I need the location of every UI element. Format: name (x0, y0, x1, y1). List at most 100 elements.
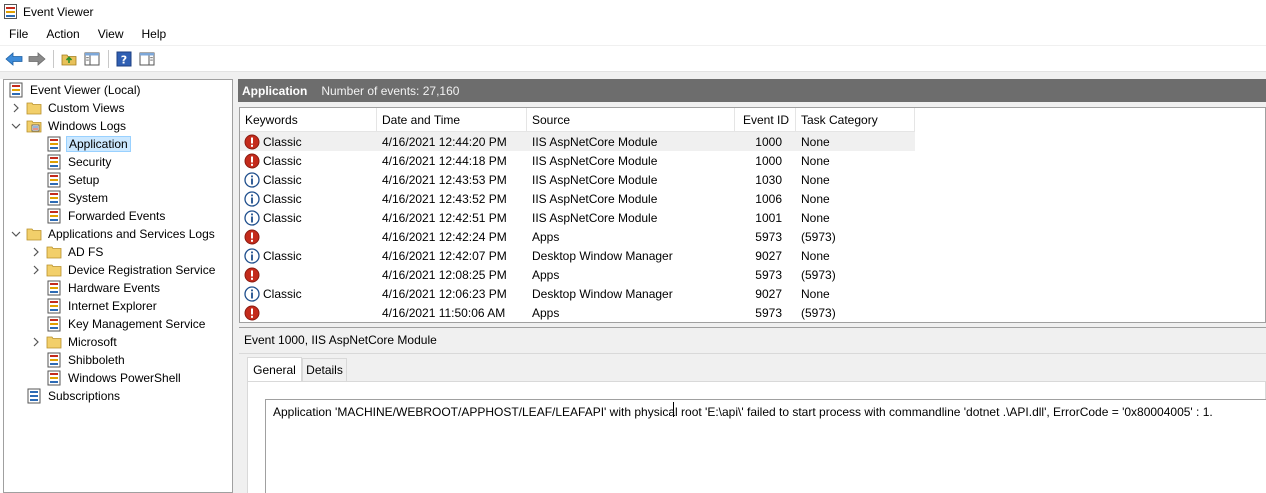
tree-item-security[interactable]: Security (46, 153, 113, 171)
menu-action[interactable]: Action (37, 27, 88, 41)
tree-item-applications-and-services-logs[interactable]: Applications and Services Logs (10, 225, 217, 243)
cell-source: Apps (532, 267, 560, 282)
chevron-right-icon[interactable] (30, 246, 42, 258)
keywords-text: Classic (263, 134, 302, 149)
event-message[interactable]: Application 'MACHINE/WEBROOT/APPHOST/LEA… (273, 405, 1213, 419)
event-message-box[interactable]: Application 'MACHINE/WEBROOT/APPHOST/LEA… (265, 399, 1266, 493)
tree-item-label: Device Registration Service (68, 263, 216, 277)
table-row[interactable]: Classic 4/16/2021 12:44:20 PM IIS AspNetCo… (240, 132, 915, 151)
tree-item-shibboleth[interactable]: Shibboleth (46, 351, 127, 369)
cell-event-id: 9027 (755, 286, 782, 301)
information-icon (244, 190, 260, 207)
tree-item-windows-logs[interactable]: Windows Logs (10, 117, 128, 135)
keywords-text: Classic (263, 172, 302, 187)
menu-help[interactable]: Help (133, 27, 176, 41)
tree-item-label: Windows Logs (48, 119, 127, 133)
chevron-right-icon[interactable] (30, 264, 42, 276)
table-row[interactable]: Classic 4/16/2021 12:42:07 PM Desktop Wind… (240, 246, 915, 265)
error-icon (244, 134, 260, 149)
cell-keywords: Classic (240, 189, 377, 208)
cell-keywords: Classic (240, 170, 377, 189)
tree-item-forwarded-events[interactable]: Forwarded Events (46, 207, 167, 225)
console-tree[interactable]: Event Viewer (Local) Custom Views Window… (3, 79, 233, 493)
folder-icon (26, 102, 42, 115)
log-name: Application (242, 83, 308, 98)
tree-item-setup[interactable]: Setup (46, 171, 101, 189)
tab-details[interactable]: Details (302, 358, 347, 381)
log-icon (47, 370, 61, 386)
tree-item-label: Security (68, 155, 112, 169)
column-event-id[interactable]: Event ID (735, 108, 796, 132)
cell-date-and-time: 4/16/2021 12:42:07 PM (382, 248, 507, 263)
tree-item-internet-explorer[interactable]: Internet Explorer (46, 297, 159, 315)
cell-date-and-time: 4/16/2021 12:42:24 PM (382, 229, 507, 244)
tab-general[interactable]: General (247, 357, 302, 381)
up-folder-button[interactable] (58, 48, 80, 70)
chevron-down-icon[interactable] (10, 228, 22, 240)
show-hide-action-pane-button[interactable] (136, 48, 158, 70)
table-row[interactable]: 4/16/2021 12:42:24 PM Apps 5973 (5973) (240, 227, 915, 246)
table-row[interactable]: Classic 4/16/2021 12:42:51 PM IIS AspNetCo… (240, 208, 915, 227)
show-hide-tree-button[interactable] (81, 48, 103, 70)
up-folder-icon (61, 54, 77, 65)
tree-item-application[interactable]: Application (46, 135, 131, 153)
table-row[interactable]: Classic 4/16/2021 12:44:18 PM IIS AspNetCo… (240, 151, 915, 170)
chevron-right-icon[interactable] (30, 336, 42, 348)
tree-item-label: Hardware Events (68, 281, 161, 295)
tree-item-event-viewer-local[interactable]: Event Viewer (Local) (8, 81, 143, 99)
back-icon (5, 51, 23, 66)
table-row[interactable]: 4/16/2021 11:50:06 AM Apps 5973 (5973) (240, 303, 915, 322)
tree-item-windows-powershell[interactable]: Windows PowerShell (46, 369, 183, 387)
table-row[interactable]: Classic 4/16/2021 12:43:52 PM IIS AspNetCo… (240, 189, 915, 208)
chevron-right-icon[interactable] (10, 102, 22, 114)
tree-item-label: Key Management Service (68, 317, 206, 331)
forward-button[interactable] (26, 48, 48, 70)
column-task-category[interactable]: Task Category (796, 108, 915, 132)
cell-event-id: 9027 (755, 248, 782, 263)
back-button[interactable] (3, 48, 25, 70)
tree-item-device-registration-service[interactable]: Device Registration Service (30, 261, 217, 279)
svg-text:?: ? (121, 53, 127, 66)
subscriptions-icon (27, 388, 41, 404)
cell-task-category: None (801, 172, 830, 187)
log-icon (47, 316, 61, 332)
tree-item-label: Application (66, 136, 131, 152)
event-viewer-app-icon (4, 4, 17, 19)
column-keywords[interactable]: Keywords (240, 108, 377, 132)
tree-item-system[interactable]: System (46, 189, 110, 207)
log-icon (47, 190, 61, 206)
log-icon (47, 136, 61, 152)
table-row[interactable]: Classic 4/16/2021 12:43:53 PM IIS AspNetCo… (240, 170, 915, 189)
cell-task-category: None (801, 248, 830, 263)
tree-item-microsoft[interactable]: Microsoft (30, 333, 119, 351)
column-date-and-time[interactable]: Date and Time (377, 108, 527, 132)
toolbar-divider (0, 71, 1266, 79)
cell-date-and-time: 4/16/2021 11:50:06 AM (382, 305, 506, 320)
help-button[interactable]: ? (113, 48, 135, 70)
tree-item-label: System (68, 191, 109, 205)
show-hide-tree-icon (84, 52, 100, 65)
toolbar-separator (108, 49, 109, 68)
cell-keywords (240, 265, 377, 284)
cell-date-and-time: 4/16/2021 12:44:18 PM (382, 153, 507, 168)
cell-task-category: None (801, 153, 830, 168)
keywords-text: Classic (263, 210, 302, 225)
tree-item-ad-fs[interactable]: AD FS (30, 243, 105, 261)
detail-divider (239, 353, 1266, 354)
table-row[interactable]: Classic 4/16/2021 12:06:23 PM Desktop Wind… (240, 284, 915, 303)
tree-item-hardware-events[interactable]: Hardware Events (46, 279, 162, 297)
cell-keywords (240, 303, 377, 322)
tree-item-label: Custom Views (48, 101, 125, 115)
cell-task-category: None (801, 191, 830, 206)
cell-date-and-time: 4/16/2021 12:08:25 PM (382, 267, 507, 282)
menu-view[interactable]: View (89, 27, 133, 41)
menu-file[interactable]: File (0, 27, 37, 41)
events-grid[interactable]: Keywords Date and Time Source Event ID T… (239, 107, 1266, 323)
tree-item-key-management-service[interactable]: Key Management Service (46, 315, 207, 333)
tree-item-custom-views[interactable]: Custom Views (10, 99, 126, 117)
table-row[interactable]: 4/16/2021 12:08:25 PM Apps 5973 (5973) (240, 265, 915, 284)
tree-item-label: Internet Explorer (68, 299, 157, 313)
tree-item-subscriptions[interactable]: Subscriptions (26, 387, 122, 405)
column-source[interactable]: Source (527, 108, 735, 132)
chevron-down-icon[interactable] (10, 120, 22, 132)
